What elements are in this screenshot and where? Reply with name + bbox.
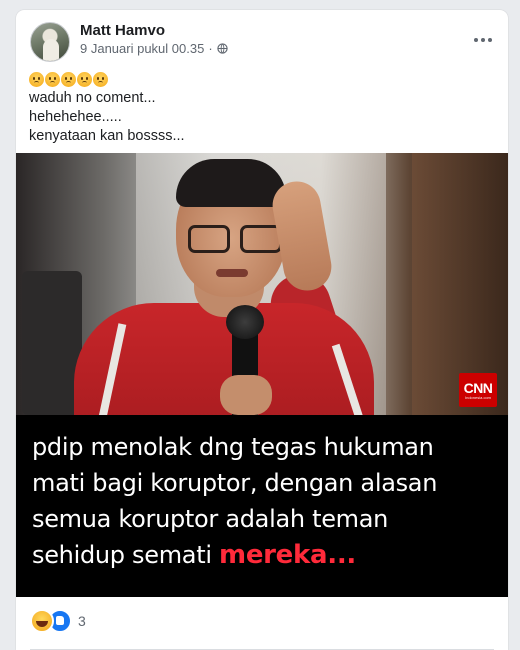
weary-face-emoji xyxy=(77,72,92,87)
post-text-line: kenyataan kan bossss... xyxy=(29,128,185,144)
meta-separator: · xyxy=(208,41,213,56)
photo-scene: CNN Indonesia.com xyxy=(16,153,508,433)
weary-face-emoji xyxy=(29,72,44,87)
weary-face-emoji xyxy=(93,72,108,87)
caption-highlight: mereka... xyxy=(219,540,356,570)
cnn-logo-text: CNN xyxy=(463,379,493,396)
avatar-figure xyxy=(43,39,59,61)
reaction-summary[interactable]: 3 xyxy=(30,609,86,633)
reaction-count[interactable]: 3 xyxy=(78,613,86,629)
post-meta: 9 Januari pukul 00.35 · xyxy=(80,41,228,56)
post-image[interactable]: CNN Indonesia.com pdip menolak dng tegas… xyxy=(16,153,508,597)
weary-face-emoji xyxy=(45,72,60,87)
image-caption: pdip menolak dng tegas hukuman mati bagi… xyxy=(32,429,498,573)
haha-reaction-icon xyxy=(30,609,54,633)
post-text-line: hehehehee..... xyxy=(29,109,122,125)
more-options-icon[interactable] xyxy=(470,30,496,50)
emoji-row xyxy=(29,70,499,89)
post-header: Matt Hamvo 9 Januari pukul 00.35 · xyxy=(16,10,508,70)
author-name[interactable]: Matt Hamvo xyxy=(80,22,165,39)
image-caption-box: pdip menolak dng tegas hukuman mati bagi… xyxy=(16,415,508,597)
post-footer: 3 xyxy=(16,597,508,650)
caption-line: mati bagi koruptor, dengan alasan xyxy=(32,469,438,497)
cnn-logo-subtext: Indonesia.com xyxy=(464,394,491,400)
caption-line: pdip menolak dng tegas hukuman xyxy=(32,433,434,461)
caption-line: sehidup semati xyxy=(32,541,220,569)
weary-face-emoji xyxy=(61,72,76,87)
author-avatar[interactable] xyxy=(30,22,70,62)
post-text: waduh no coment... hehehehee..... kenyat… xyxy=(29,70,499,146)
cnn-logo: CNN Indonesia.com xyxy=(459,373,497,407)
post-text-line: waduh no coment... xyxy=(29,90,156,106)
globe-icon xyxy=(216,43,228,54)
post-card: Matt Hamvo 9 Januari pukul 00.35 · waduh… xyxy=(16,10,508,650)
caption-line: semua koruptor adalah teman xyxy=(32,505,389,533)
post-timestamp[interactable]: 9 Januari pukul 00.35 xyxy=(80,41,204,56)
caption-line-last: sehidup semati mereka... xyxy=(32,537,498,573)
